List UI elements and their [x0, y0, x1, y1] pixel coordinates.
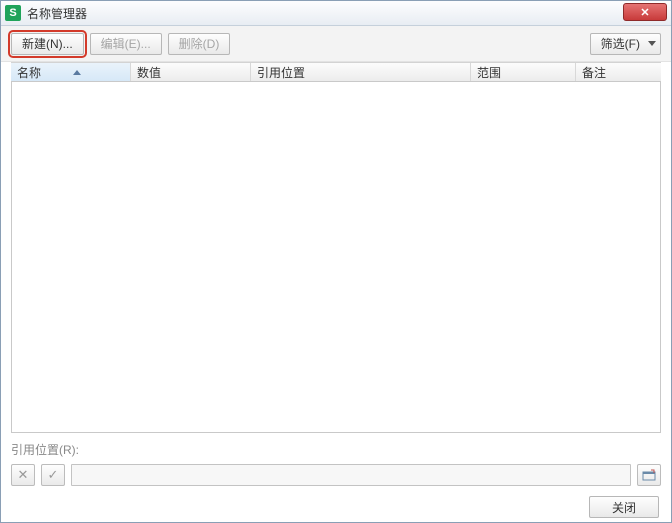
column-header-name[interactable]: 名称 — [11, 63, 131, 81]
delete-button[interactable]: 删除(D) — [168, 33, 231, 55]
app-icon: S — [5, 5, 21, 21]
close-button[interactable]: 关闭 — [589, 496, 659, 518]
close-icon: ✕ — [640, 6, 649, 19]
reference-label: 引用位置(R): — [11, 443, 79, 457]
sort-asc-icon — [73, 70, 81, 75]
check-icon: ✓ — [48, 467, 59, 483]
list-header: 名称 数值 引用位置 范围 备注 — [11, 62, 661, 82]
new-button[interactable]: 新建(N)... — [11, 33, 84, 55]
column-header-value[interactable]: 数值 — [131, 63, 251, 81]
column-header-scope[interactable]: 范围 — [471, 63, 576, 81]
chevron-down-icon — [648, 41, 656, 46]
toolbar: 新建(N)... 编辑(E)... 删除(D) 筛选(F) — [1, 26, 671, 62]
confirm-ref-button[interactable]: ✓ — [41, 464, 65, 486]
close-window-button[interactable]: ✕ — [623, 3, 667, 21]
name-list[interactable] — [11, 82, 661, 433]
edit-button[interactable]: 编辑(E)... — [90, 33, 162, 55]
filter-button-label: 筛选(F) — [601, 35, 640, 52]
cancel-ref-button[interactable]: ✕ — [11, 464, 35, 486]
footer: 关闭 — [1, 496, 671, 522]
filter-button[interactable]: 筛选(F) — [590, 33, 661, 55]
reference-input[interactable] — [71, 464, 631, 486]
window-title: 名称管理器 — [27, 5, 87, 22]
reference-row: ✕ ✓ — [1, 464, 671, 496]
titlebar: S 名称管理器 ✕ — [1, 1, 671, 26]
column-header-name-label: 名称 — [17, 64, 41, 81]
reference-section: 引用位置(R): — [1, 433, 671, 464]
x-icon: ✕ — [18, 467, 29, 483]
collapse-icon — [642, 469, 656, 481]
name-manager-window: S 名称管理器 ✕ 新建(N)... 编辑(E)... 删除(D) 筛选(F) … — [0, 0, 672, 523]
column-header-reference[interactable]: 引用位置 — [251, 63, 471, 81]
collapse-dialog-button[interactable] — [637, 464, 661, 486]
column-header-note[interactable]: 备注 — [576, 63, 661, 81]
